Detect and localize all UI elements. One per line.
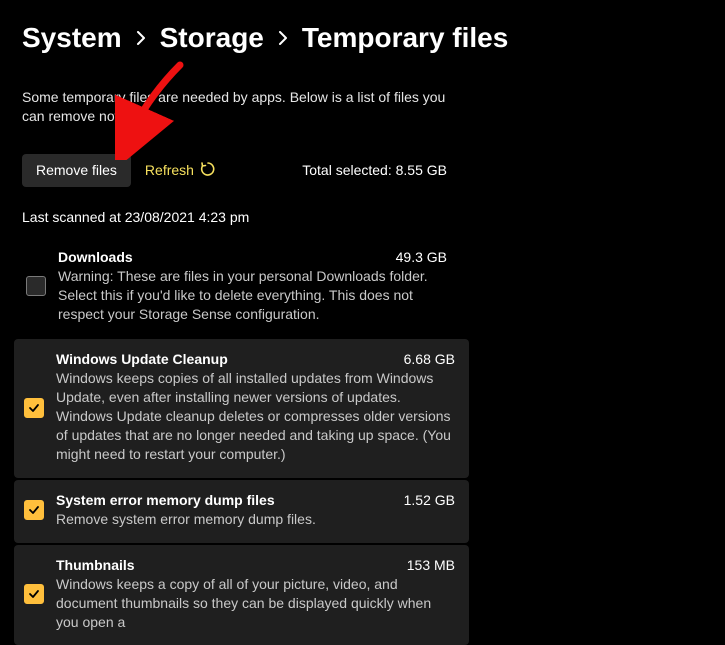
list-item-content: System error memory dump files 1.52 GB R…: [56, 492, 455, 529]
breadcrumb-system[interactable]: System: [22, 22, 122, 54]
list-item[interactable]: Windows Update Cleanup 6.68 GB Windows k…: [14, 339, 469, 477]
item-title: System error memory dump files: [56, 492, 275, 508]
item-title: Downloads: [58, 249, 133, 265]
item-size: 153 MB: [407, 557, 455, 573]
item-description: Warning: These are files in your persona…: [58, 267, 458, 324]
list-item-content: Downloads 49.3 GB Warning: These are fil…: [58, 249, 693, 324]
refresh-link[interactable]: Refresh: [145, 161, 216, 180]
list-item[interactable]: Downloads 49.3 GB Warning: These are fil…: [14, 237, 715, 338]
page-description: Some temporary files are needed by apps.…: [0, 58, 480, 126]
item-description: Windows keeps a copy of all of your pict…: [56, 575, 455, 632]
item-title: Windows Update Cleanup: [56, 351, 228, 367]
item-title: Thumbnails: [56, 557, 135, 573]
chevron-right-icon: [278, 31, 288, 45]
list-item[interactable]: Thumbnails 153 MB Windows keeps a copy o…: [14, 545, 469, 645]
breadcrumb-storage[interactable]: Storage: [160, 22, 264, 54]
chevron-right-icon: [136, 31, 146, 45]
item-size: 49.3 GB: [396, 249, 693, 265]
checkbox[interactable]: [24, 398, 44, 418]
item-description: Windows keeps copies of all installed up…: [56, 369, 455, 463]
item-description: Remove system error memory dump files.: [56, 510, 455, 529]
total-selected-label: Total selected: 8.55 GB: [302, 162, 703, 178]
remove-files-button[interactable]: Remove files: [22, 154, 131, 187]
list-item-content: Thumbnails 153 MB Windows keeps a copy o…: [56, 557, 455, 632]
checkbox[interactable]: [24, 584, 44, 604]
last-scanned-label: Last scanned at 23/08/2021 4:23 pm: [0, 187, 725, 225]
actions-row: Remove files Refresh Total selected: 8.5…: [0, 126, 725, 187]
item-size: 6.68 GB: [404, 351, 455, 367]
item-size: 1.52 GB: [404, 492, 455, 508]
page-title: Temporary files: [302, 22, 508, 54]
refresh-icon: [200, 161, 216, 180]
refresh-label: Refresh: [145, 162, 194, 178]
checkbox[interactable]: [24, 500, 44, 520]
list-item[interactable]: System error memory dump files 1.52 GB R…: [14, 480, 469, 543]
checkbox[interactable]: [26, 276, 46, 296]
breadcrumb: System Storage Temporary files: [0, 0, 725, 58]
list-item-content: Windows Update Cleanup 6.68 GB Windows k…: [56, 351, 455, 463]
